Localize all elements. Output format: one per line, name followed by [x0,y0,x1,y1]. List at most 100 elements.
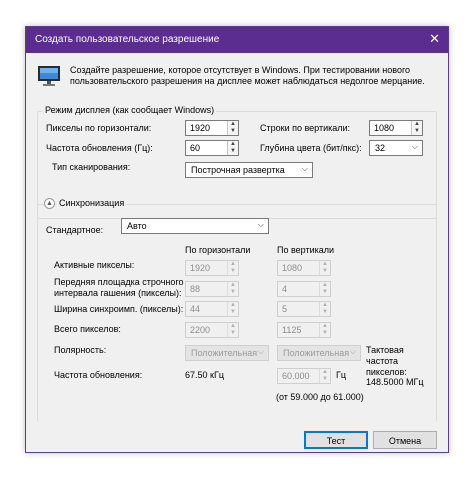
total-v-spin: ▲ ▼ [319,323,330,337]
chevron-down-icon: ⌵ [301,164,308,173]
spin-up-icon[interactable]: ▲ [228,141,238,148]
spin-down-icon: ▼ [230,330,236,336]
spin-down-icon: ▼ [322,289,328,295]
standard-value: Авто [127,221,147,231]
front-porch-h-input [186,282,226,296]
refresh-hz-spin: ▲ ▼ [319,369,330,383]
spin-up-icon[interactable]: ▲ [412,121,422,128]
column-vertical: По вертикали [277,245,335,255]
spin-up-icon: ▲ [322,282,328,288]
spin-down-icon: ▼ [322,268,328,274]
spin-up-icon: ▲ [230,261,236,267]
refresh-label: Частота обновления: [54,370,143,380]
custom-resolution-dialog: Создать пользовательское разрешение ✕ Со… [25,26,449,453]
collapse-icon[interactable]: ▲ [44,198,55,209]
total-pixels-label: Всего пикселов: [54,324,121,334]
spin-down-icon: ▼ [322,330,328,336]
spin-down-icon: ▼ [230,289,236,295]
total-h-stepper: ▲▼ [185,322,239,338]
front-porch-label: Передняя площадка строчного интервала га… [54,277,184,298]
polarity-h-select: Положительная ⌵ [185,345,269,361]
refresh-rate-stepper[interactable]: ▲▼ [185,140,239,156]
color-depth-label: Глубина цвета (бит/пкс): [260,143,362,153]
active-v-input [278,261,318,275]
sync-width-v-stepper: ▲▼ [277,301,331,317]
total-v-input [278,323,318,337]
sync-width-v-input [278,302,318,316]
pixel-clock-value: 148.5000 МГц [366,377,424,387]
scan-type-select[interactable]: Построчная развертка ⌵ [185,162,313,178]
refresh-rate-spin[interactable]: ▲ ▼ [227,141,238,155]
spin-up-icon: ▲ [230,282,236,288]
close-icon[interactable]: ✕ [429,31,440,47]
horizontal-pixels-input[interactable] [186,121,226,135]
spin-up-icon: ▲ [322,323,328,329]
active-h-stepper: ▲▼ [185,260,239,276]
spin-down-icon: ▼ [230,309,236,315]
title-bar: Создать пользовательское разрешение ✕ [26,27,448,53]
refresh-rate-label: Частота обновления (Гц): [46,143,153,153]
active-v-stepper: ▲▼ [277,260,331,276]
display-mode-group-label: Режим дисплея (как сообщает Windows) [43,105,217,115]
total-v-stepper: ▲▼ [277,322,331,338]
sync-group-label[interactable]: Синхронизация [57,198,127,208]
polarity-v-value: Положительная [283,348,350,358]
spin-down-icon: ▼ [230,268,236,274]
sync-width-h-input [186,302,226,316]
cancel-button[interactable]: Отмена [373,431,437,449]
spin-down-icon[interactable]: ▼ [228,148,238,155]
chevron-down-icon: ⌵ [257,347,264,356]
chevron-down-icon: ⌵ [257,220,264,229]
polarity-label: Полярность: [54,345,107,355]
spin-up-icon[interactable]: ▲ [228,121,238,128]
spin-down-icon: ▼ [322,309,328,315]
vertical-lines-stepper[interactable]: ▲▼ [369,120,423,136]
spin-up-icon: ▲ [322,261,328,267]
refresh-rate-input[interactable] [186,141,226,155]
front-porch-v-input [278,282,318,296]
monitor-icon [38,66,60,86]
refresh-hz-stepper: ▲▼ [277,368,331,384]
standard-select[interactable]: Авто ⌵ [121,218,269,234]
spin-up-icon: ▲ [230,323,236,329]
refresh-hz-unit: Гц [336,370,347,380]
sync-width-v-spin: ▲ ▼ [319,302,330,316]
vertical-lines-input[interactable] [370,121,410,135]
horizontal-pixels-spin[interactable]: ▲ ▼ [227,121,238,135]
chevron-down-icon: ⌵ [349,347,356,356]
horizontal-pixels-stepper[interactable]: ▲▼ [185,120,239,136]
scan-type-value: Построчная развертка [191,165,285,175]
pixel-clock-label: Тактовая частота пикселов: [366,345,407,377]
front-porch-v-stepper: ▲▼ [277,281,331,297]
spin-down-icon: ▼ [322,376,328,382]
refresh-khz-value: 67.50 кГц [185,370,224,380]
dialog-description: Создайте разрешение, которое отсутствует… [70,65,425,86]
total-h-spin: ▲ ▼ [227,323,238,337]
sync-width-label: Ширина синхроимп. (пикселы): [54,304,184,314]
spin-down-icon[interactable]: ▼ [412,128,422,135]
standard-label: Стандартное: [46,225,104,235]
spin-up-icon: ▲ [322,302,328,308]
test-button[interactable]: Тест [304,431,368,449]
spin-up-icon: ▲ [230,302,236,308]
spin-down-icon[interactable]: ▼ [228,128,238,135]
refresh-hz-input [278,369,318,383]
refresh-range: (от 59.000 до 61.000) [276,392,364,402]
scan-type-label: Тип сканирования: [52,162,131,172]
active-h-spin: ▲ ▼ [227,261,238,275]
color-depth-value: 32 [375,143,386,153]
front-porch-h-stepper: ▲▼ [185,281,239,297]
vertical-lines-spin[interactable]: ▲ ▼ [411,121,422,135]
column-horizontal: По горизонтали [185,245,251,255]
chevron-down-icon: ⌵ [411,142,418,151]
total-h-input [186,323,226,337]
window-title: Создать пользовательское разрешение [35,34,220,45]
sync-width-h-stepper: ▲▼ [185,301,239,317]
horizontal-pixels-label: Пикселы по горизонтали: [46,123,152,133]
active-h-input [186,261,226,275]
front-porch-v-spin: ▲ ▼ [319,282,330,296]
vertical-lines-label: Строки по вертикали: [260,123,351,133]
sync-width-h-spin: ▲ ▼ [227,302,238,316]
color-depth-select[interactable]: 32 ⌵ [369,140,423,156]
spin-up-icon: ▲ [322,369,328,375]
